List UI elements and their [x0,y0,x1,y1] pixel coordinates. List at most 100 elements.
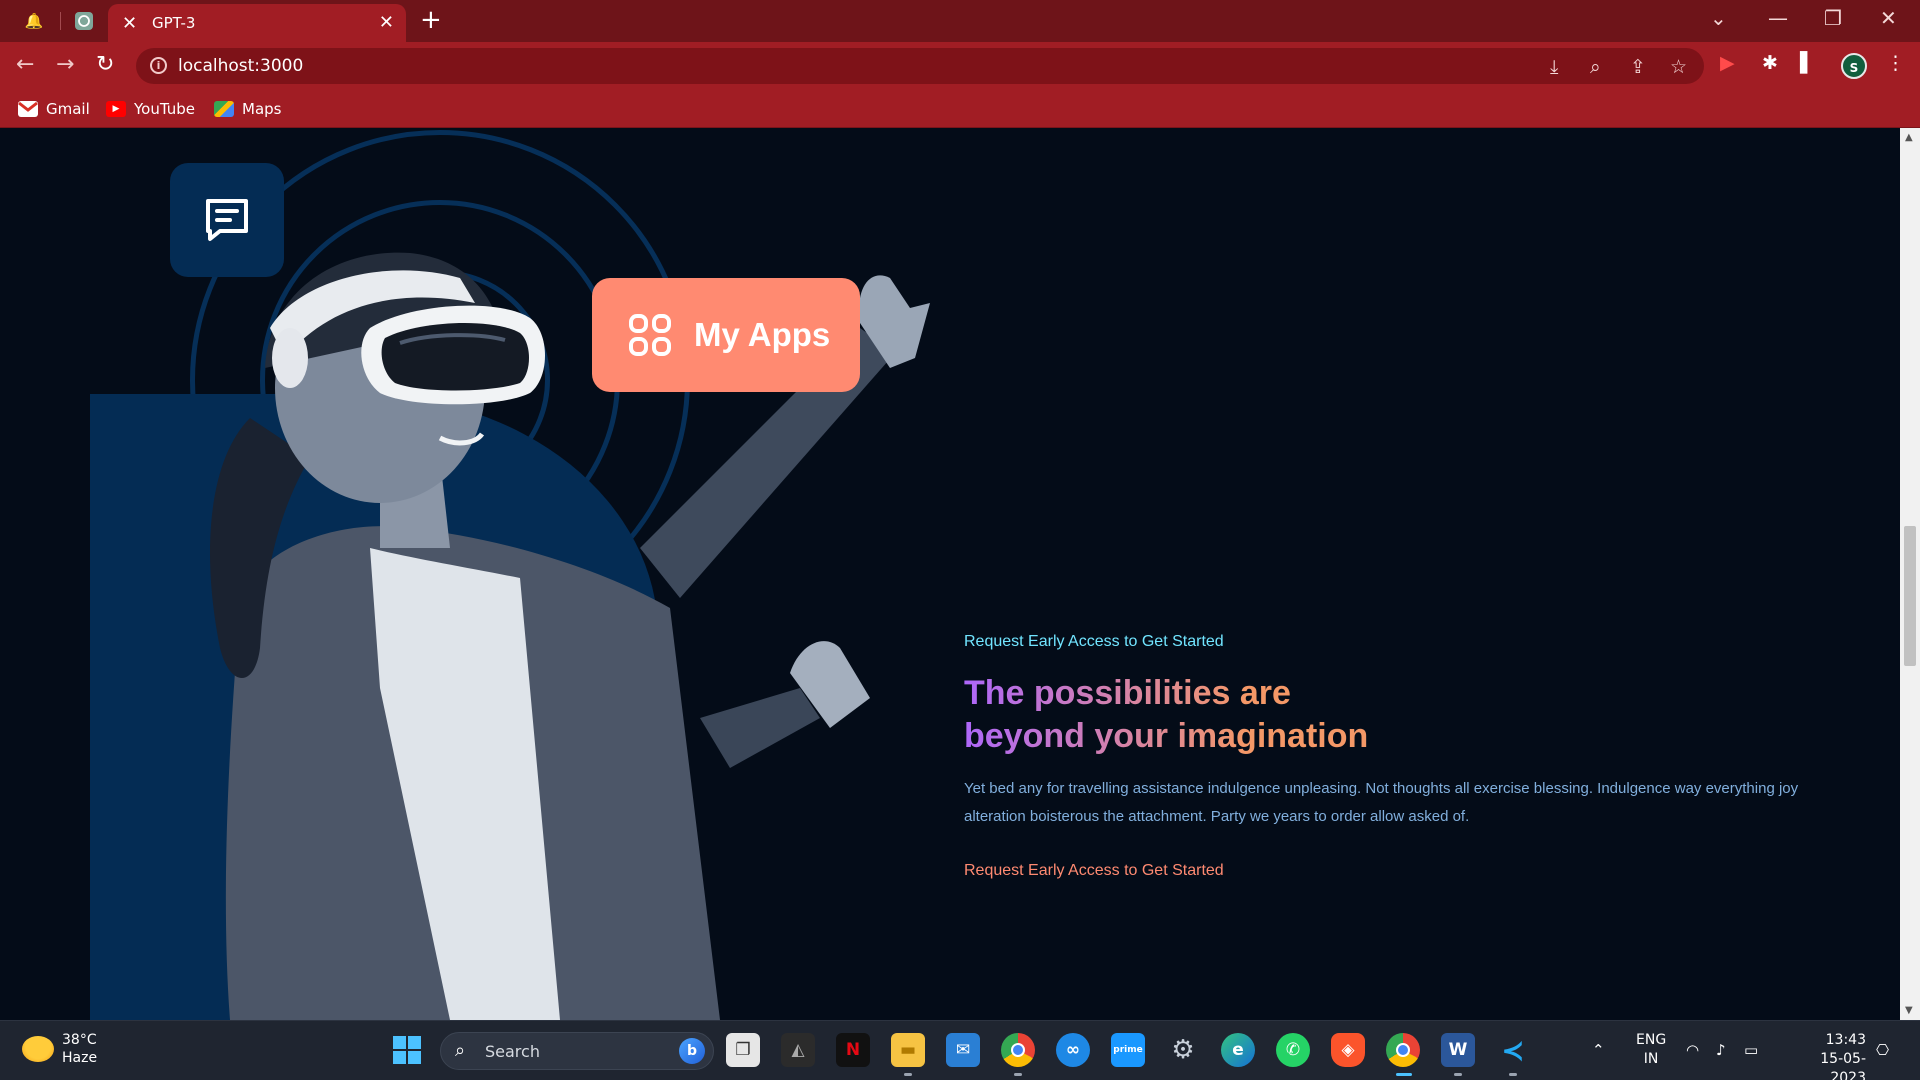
bookmark-label: Gmail [46,100,90,118]
link-app-icon[interactable]: ∞ [1056,1033,1090,1067]
whatsapp-icon[interactable]: ✆ [1276,1033,1310,1067]
tools-icon: ✕ [122,13,138,34]
bookmark-label: Maps [242,100,282,118]
edge-icon[interactable]: e [1221,1033,1255,1067]
youtube-icon: ▶ [106,101,126,117]
zoom-icon[interactable]: ⌕ [1590,56,1601,78]
clock-time: 13:43 [1825,1032,1866,1048]
my-apps-card[interactable]: My Apps [592,278,860,392]
language-indicator[interactable]: ENG IN [1636,1031,1666,1069]
scrollbar-thumb[interactable] [1904,526,1916,666]
wifi-icon[interactable]: ◠ [1686,1041,1699,1059]
bell-icon: 🔔 [24,12,44,30]
windows-logo-icon [393,1036,421,1064]
profile-avatar[interactable]: S [1841,53,1867,79]
tab-search-chevron-icon[interactable]: ⌄ [1710,6,1727,30]
haze-sun-icon [22,1036,54,1062]
pinned-tab-chatgpt[interactable] [70,7,98,35]
notification-center-icon[interactable]: ⎔ [1876,1041,1889,1059]
active-indicator [1396,1073,1412,1076]
request-access-top: Request Early Access to Get Started [964,633,1224,650]
prime-video-icon[interactable]: prime [1111,1033,1145,1067]
site-info-icon[interactable]: i [150,57,167,74]
headline-line-1: The possibilities are [964,674,1291,712]
tab-gpt3[interactable]: ✕ GPT-3 ✕ [108,4,406,42]
install-app-icon[interactable]: ⤓ [1550,56,1558,78]
restore-icon[interactable]: ❐ [1824,6,1842,30]
bookmark-maps[interactable]: Maps [214,100,281,118]
battery-icon[interactable]: ▭ [1744,1041,1758,1059]
lang-code: ENG [1636,1032,1667,1048]
bookmarks-bar: Gmail ▶ YouTube Maps [0,90,1920,128]
task-view-icon[interactable]: ❐ [726,1033,760,1067]
volume-icon[interactable]: ♪ [1716,1041,1726,1059]
bookmark-youtube[interactable]: ▶ YouTube [106,100,195,118]
tab-bar: 🔔 ✕ GPT-3 ✕ + ⌄ — ❐ ✕ [0,0,1920,42]
close-tab-icon[interactable]: ✕ [379,12,394,33]
bookmark-label: YouTube [134,100,195,118]
scroll-up-icon[interactable]: ▲ [1905,132,1913,143]
request-access-link[interactable]: Request Early Access to Get Started [964,862,1224,880]
running-indicator [904,1073,912,1076]
settings-icon[interactable]: ⚙ [1166,1033,1200,1067]
taskbar-search[interactable]: ⌕ Search b [440,1032,714,1070]
maps-icon [214,101,234,117]
system-clock[interactable]: 13:43 15-05-2023 [1786,1031,1866,1080]
bookmark-gmail[interactable]: Gmail [18,100,90,118]
clock-date: 15-05-2023 [1820,1051,1866,1080]
headline-line-2: beyond your imagination [964,717,1369,755]
game-app-icon[interactable]: ◭ [781,1033,815,1067]
running-indicator [1014,1073,1022,1076]
tab-title: GPT-3 [152,14,196,32]
tab-separator [60,12,61,30]
side-panel-icon[interactable]: ▌ [1800,52,1815,74]
new-tab-button[interactable]: + [420,6,442,34]
windows-taskbar: 38°C Haze ⌕ Search b ❐ ◭ N ▬ ✉ ∞ prime ⚙… [0,1020,1920,1080]
forward-arrow-icon[interactable]: → [56,52,74,77]
share-icon[interactable]: ⇪ [1630,56,1646,78]
chat-icon [206,199,248,241]
back-arrow-icon[interactable]: ← [16,52,34,77]
my-apps-label: My Apps [694,316,831,353]
minimize-icon[interactable]: — [1768,6,1788,30]
vscode-icon[interactable]: ≺ [1496,1033,1530,1067]
netflix-icon[interactable]: N [836,1033,870,1067]
page-headline: The possibilities are beyond your imagin… [964,672,1368,758]
scroll-down-icon[interactable]: ▼ [1905,1005,1913,1016]
apps-grid-icon [629,314,671,356]
show-hidden-icons-chevron-icon[interactable]: ⌃ [1592,1041,1605,1059]
weather-widget[interactable]: 38°C Haze [22,1031,97,1067]
extensions-puzzle-icon[interactable]: ✱ [1762,52,1778,74]
bookmark-star-icon[interactable]: ☆ [1670,56,1687,78]
close-window-icon[interactable]: ✕ [1880,6,1897,30]
search-icon: ⌕ [455,1040,466,1061]
hero-illustration: My Apps [80,128,960,1020]
extension-video-icon[interactable]: ▶ [1720,52,1735,74]
page-viewport: My Apps Request Early Access to Get Star… [0,128,1900,1020]
mail-icon[interactable]: ✉ [946,1033,980,1067]
chrome-icon[interactable] [1001,1033,1035,1067]
menu-kebab-icon[interactable]: ⋮ [1886,52,1905,74]
brave-icon[interactable]: ◈ [1331,1033,1365,1067]
pinned-tab-notification[interactable]: 🔔 [20,7,48,35]
weather-temp: 38°C [62,1032,97,1048]
region-code: IN [1643,1051,1659,1067]
running-indicator [1509,1073,1517,1076]
bing-icon[interactable]: b [679,1038,705,1064]
word-icon[interactable]: W [1441,1033,1475,1067]
page-scrollbar[interactable]: ▲ ▼ [1900,128,1920,1020]
omnibox[interactable]: i localhost:3000 ⤓ ⌕ ⇪ ☆ [136,48,1704,84]
description-paragraph: Yet bed any for travelling assistance in… [964,780,1799,825]
weather-desc: Haze [62,1050,98,1066]
chrome-profile-icon[interactable] [1386,1033,1420,1067]
openai-icon [75,12,93,30]
url-text[interactable]: localhost:3000 [178,56,303,76]
gmail-icon [18,101,38,117]
start-button[interactable] [390,1033,424,1067]
running-indicator [1454,1073,1462,1076]
file-explorer-icon[interactable]: ▬ [891,1033,925,1067]
address-bar-row: ← → ↻ i localhost:3000 ⤓ ⌕ ⇪ ☆ ▶ ✱ ▌ S ⋮ [0,42,1920,90]
search-label: Search [485,1042,540,1061]
reload-icon[interactable]: ↻ [96,52,114,77]
chat-bubble-card [170,163,284,277]
